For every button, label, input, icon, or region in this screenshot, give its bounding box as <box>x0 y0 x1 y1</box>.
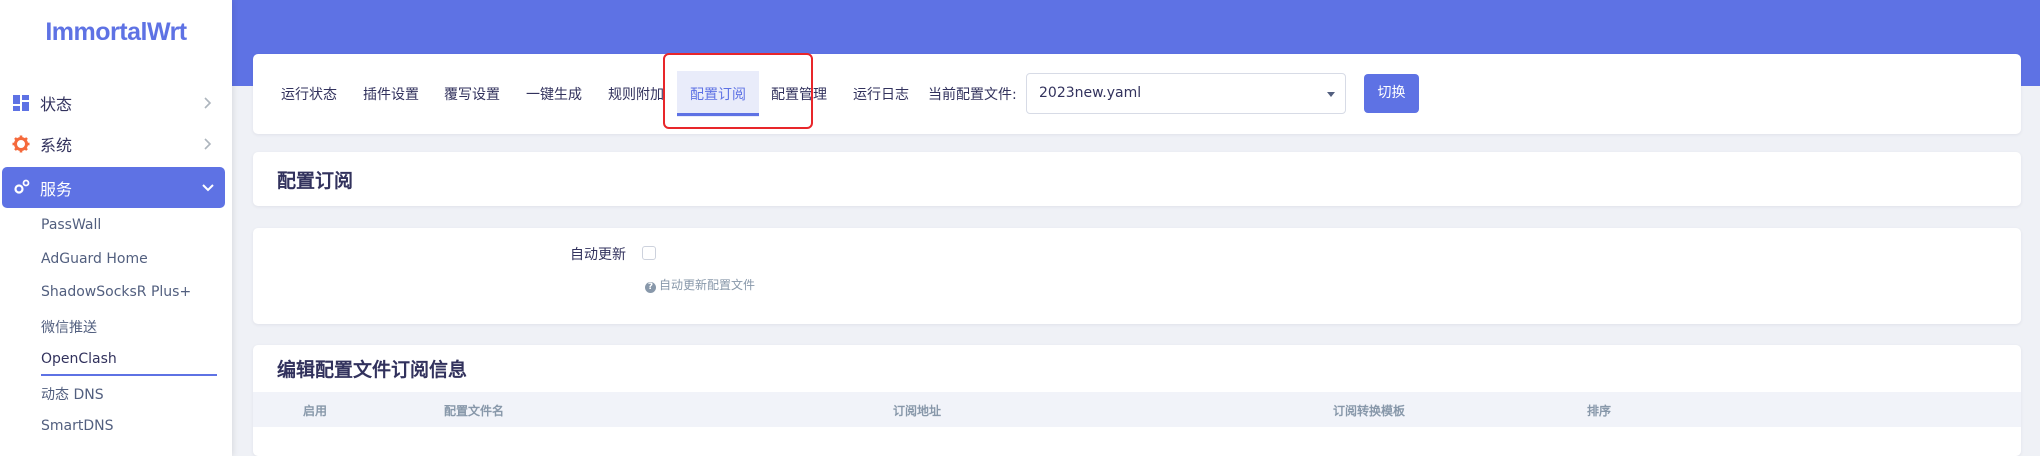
tab-rules-append[interactable]: 规则附加 <box>608 84 664 104</box>
chevron-right-icon <box>204 97 212 109</box>
tab-running-status[interactable]: 运行状态 <box>281 84 337 104</box>
column-header-order: 排序 <box>1587 404 1612 418</box>
sidebar-item-openclash[interactable]: OpenClash <box>41 351 117 367</box>
menu-item-services[interactable]: 服务 <box>2 167 225 208</box>
tab-plugin-settings[interactable]: 插件设置 <box>363 84 419 104</box>
auto-update-card <box>253 228 2021 324</box>
sidebar-item-passwall[interactable]: PassWall <box>41 217 101 233</box>
tab-running-log[interactable]: 运行日志 <box>853 84 909 104</box>
tab-one-click-generate[interactable]: 一键生成 <box>526 84 582 104</box>
column-header-convert-template: 订阅转换模板 <box>1333 404 1406 418</box>
column-header-config-name: 配置文件名 <box>444 404 505 418</box>
menu-item-status[interactable]: 状态 <box>0 83 232 123</box>
dashboard-icon <box>13 95 29 111</box>
caret-down-icon <box>1327 92 1335 97</box>
sidebar-item-smartdns[interactable]: SmartDNS <box>41 418 114 434</box>
active-item-underline <box>41 374 217 376</box>
current-config-label: 当前配置文件: <box>928 87 1017 103</box>
table-header <box>253 392 2021 427</box>
chevron-right-icon <box>204 138 212 150</box>
subscription-title: 编辑配置文件订阅信息 <box>277 359 468 381</box>
section-title-card <box>253 152 2021 206</box>
switch-button[interactable]: 切换 <box>1364 74 1419 113</box>
sidebar: ImmortalWrt 状态 系统 服务 PassWall AdGuard Ho… <box>0 0 232 456</box>
gear-icon <box>12 135 30 153</box>
auto-update-help-text: 自动更新配置文件 <box>659 278 756 292</box>
auto-update-checkbox[interactable] <box>642 246 656 260</box>
cogs-icon <box>14 179 30 194</box>
sidebar-item-wechat-push[interactable]: 微信推送 <box>41 317 97 337</box>
column-header-subscription-url: 订阅地址 <box>893 404 942 418</box>
highlight-annotation-box <box>663 53 813 129</box>
auto-update-help: ? 自动更新配置文件 <box>645 276 755 293</box>
menu-item-label: 状态 <box>40 95 73 114</box>
logo[interactable]: ImmortalWrt <box>0 18 232 47</box>
config-file-select[interactable]: 2023new.yaml <box>1026 73 1346 114</box>
question-circle-icon: ? <box>645 282 656 293</box>
chevron-down-icon <box>202 184 214 192</box>
menu-item-label: 系统 <box>40 136 73 155</box>
sidebar-item-shadowsocksr-plus[interactable]: ShadowSocksR Plus+ <box>41 284 191 300</box>
page-title: 配置订阅 <box>277 170 354 192</box>
auto-update-label: 自动更新 <box>570 247 626 263</box>
sidebar-item-dynamic-dns[interactable]: 动态 DNS <box>41 384 104 404</box>
tab-override-settings[interactable]: 覆写设置 <box>444 84 500 104</box>
config-file-value: 2023new.yaml <box>1039 85 1142 101</box>
column-header-enabled: 启用 <box>303 404 328 418</box>
menu-item-label: 服务 <box>40 179 73 199</box>
menu-item-system[interactable]: 系统 <box>0 124 232 164</box>
sidebar-item-adguard-home[interactable]: AdGuard Home <box>41 251 148 267</box>
